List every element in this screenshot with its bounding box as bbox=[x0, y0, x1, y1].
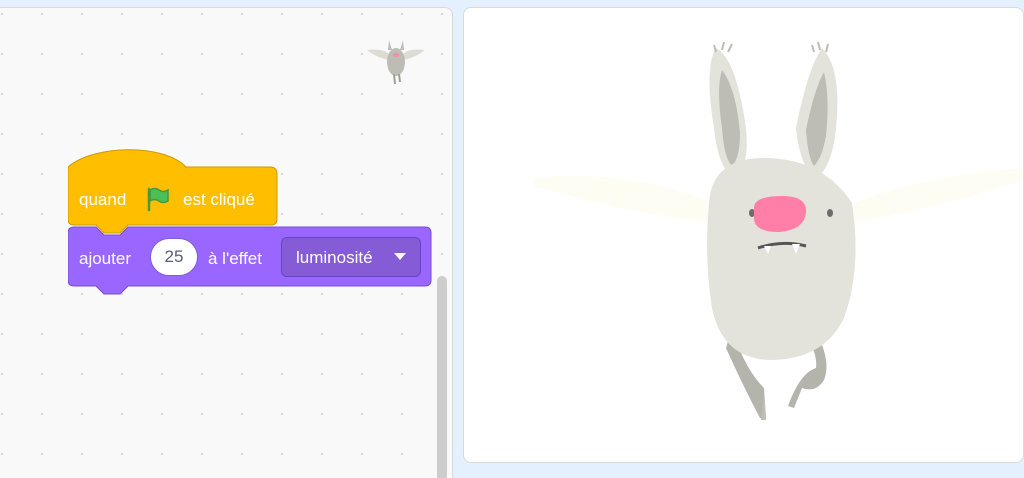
green-flag-icon[interactable] bbox=[145, 186, 171, 212]
event-block-label-quand: quand bbox=[79, 190, 127, 209]
effect-dropdown-value: luminosité bbox=[296, 248, 373, 267]
effect-amount-input[interactable]: 25 bbox=[150, 238, 198, 276]
code-workspace[interactable]: quand est cliqué ajouter 25 à l'effet lu… bbox=[0, 7, 453, 478]
sprite-thumbnail-icon bbox=[367, 40, 425, 84]
workspace-scrollbar[interactable] bbox=[437, 276, 447, 478]
script-stack[interactable]: quand est cliqué ajouter 25 à l'effet lu… bbox=[68, 149, 438, 299]
caret-down-icon bbox=[394, 253, 406, 260]
bat-sprite-icon[interactable] bbox=[464, 8, 1024, 463]
effect-block-label-effet: à l'effet bbox=[208, 249, 262, 268]
effect-block-label-ajouter: ajouter bbox=[79, 249, 131, 268]
effect-dropdown[interactable]: luminosité bbox=[281, 237, 421, 277]
stage[interactable] bbox=[463, 7, 1024, 463]
event-block-label-clique: est cliqué bbox=[183, 190, 255, 209]
